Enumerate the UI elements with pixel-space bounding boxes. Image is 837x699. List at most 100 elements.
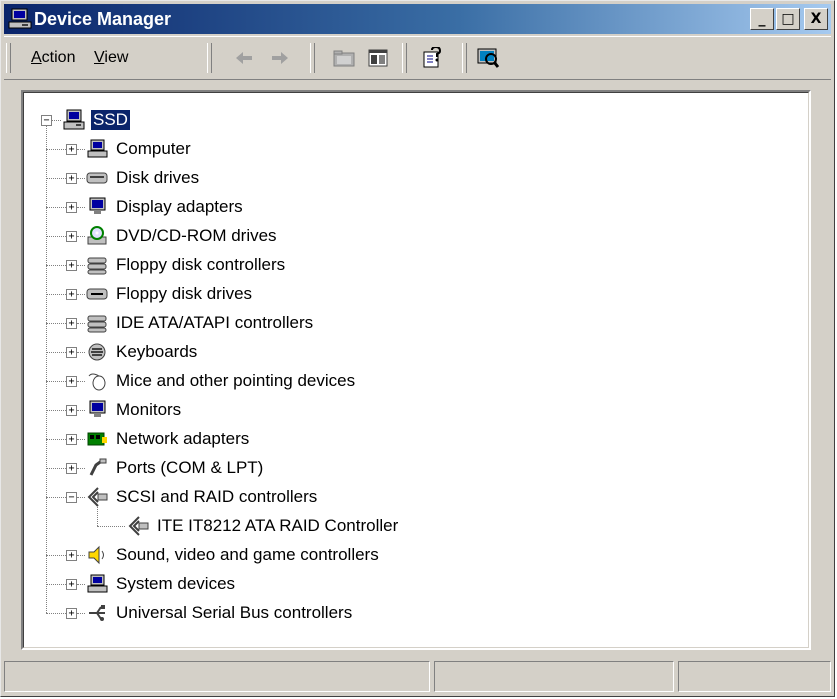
tree-item-system-devices[interactable]: System devices <box>86 569 237 598</box>
menu-action-label: Action <box>31 49 76 66</box>
tree-item-label: Mice and other pointing devices <box>116 370 356 390</box>
tree-item-label: SCSI and RAID controllers <box>116 486 318 506</box>
tree-item-label: ITE IT8212 ATA RAID Controller <box>157 515 399 535</box>
tree-line <box>46 612 66 614</box>
tree-expander[interactable]: + <box>66 288 77 300</box>
tree-expander-root[interactable]: − <box>41 115 52 126</box>
tree-item-ports-com-lpt[interactable]: Ports (COM & LPT) <box>86 453 265 482</box>
tree-item-ite-it8212-ata-raid-controller[interactable]: ITE IT8212 ATA RAID Controller <box>127 511 400 540</box>
network-adapter-icon <box>87 432 107 445</box>
tree-item-label: Display adapters <box>116 196 243 216</box>
up-button[interactable] <box>330 45 358 71</box>
device-manager-window: Device Manager _ □ X Action View − SSD +… <box>0 0 835 697</box>
ide-controller-icon <box>87 315 107 332</box>
tree-expander[interactable]: − <box>66 491 77 503</box>
tree-line <box>46 351 66 353</box>
scan-hardware-button[interactable] <box>474 45 502 71</box>
tree-item-label: Disk drives <box>116 167 200 187</box>
tree-item-floppy-disk-drives[interactable]: Floppy disk drives <box>86 279 254 308</box>
close-icon: X <box>810 11 822 27</box>
device-tree[interactable]: − SSD + Computer + Disk drives + Display adap… <box>21 90 811 650</box>
tree-line <box>52 120 61 121</box>
tree-item-disk-drives[interactable]: Disk drives <box>86 163 201 192</box>
tree-item-network-adapters[interactable]: Network adapters <box>86 424 251 453</box>
status-pane-main <box>4 661 430 692</box>
tree-expander[interactable]: + <box>66 404 77 416</box>
tree-line <box>46 554 66 556</box>
tree-item-keyboards[interactable]: Keyboards <box>86 337 199 366</box>
tree-item-ide-ata-atapi-controllers[interactable]: IDE ATA/ATAPI controllers <box>86 308 315 337</box>
tree-line <box>77 409 85 411</box>
tree-line <box>77 554 85 556</box>
tree-line <box>77 583 85 585</box>
tree-line <box>77 438 85 440</box>
tree-expander[interactable]: + <box>66 172 77 184</box>
floppy-controller-icon <box>87 257 107 274</box>
computer-icon <box>87 139 108 157</box>
scsi-icon <box>87 486 108 507</box>
tree-line <box>77 612 85 614</box>
disk-drive-icon <box>86 172 108 183</box>
tree-item-label: Floppy disk controllers <box>116 254 286 274</box>
tree-line <box>46 322 66 324</box>
menu-view-label: View <box>94 49 129 66</box>
caption-buttons: _ □ X <box>750 8 828 30</box>
help-icon <box>423 47 442 68</box>
tree-expander[interactable]: + <box>66 317 77 329</box>
tree-item-dvd-cd-rom-drives[interactable]: DVD/CD-ROM drives <box>86 221 279 250</box>
tree-expander[interactable]: + <box>66 346 77 358</box>
back-button[interactable] <box>230 45 258 71</box>
tree-expander[interactable]: + <box>66 549 77 561</box>
menu-action[interactable]: Action <box>31 49 75 67</box>
tree-expander[interactable]: + <box>66 230 77 242</box>
tree-line <box>97 507 98 526</box>
tree-expander[interactable]: + <box>66 259 77 271</box>
help-button[interactable] <box>419 45 447 71</box>
tree-item-mice-and-other-pointing-devices[interactable]: Mice and other pointing devices <box>86 366 357 395</box>
title-bar[interactable]: Device Manager _ □ X <box>4 4 831 34</box>
tree-line <box>77 293 85 295</box>
forward-button[interactable] <box>266 45 294 71</box>
tree-line <box>77 380 85 382</box>
tree-root[interactable]: SSD <box>63 105 130 134</box>
minimize-button[interactable]: _ <box>750 8 774 30</box>
toolbar-grip[interactable] <box>6 43 11 73</box>
tree-item-label: Sound, video and game controllers <box>116 544 379 564</box>
tree-item-label: System devices <box>116 573 236 593</box>
back-icon <box>236 52 252 64</box>
tree-line <box>77 467 85 469</box>
tree-line <box>46 126 47 613</box>
tree-expander[interactable]: + <box>66 578 77 590</box>
close-button[interactable]: X <box>804 8 828 30</box>
status-pane-2 <box>434 661 674 692</box>
tree-line <box>97 525 125 527</box>
tree-item-scsi-and-raid-controllers[interactable]: SCSI and RAID controllers <box>86 482 319 511</box>
maximize-button[interactable]: □ <box>776 8 800 30</box>
tree-expander[interactable]: + <box>66 433 77 445</box>
tree-item-label: Monitors <box>116 399 182 419</box>
toolbar-grip[interactable] <box>207 43 212 73</box>
tree-line <box>46 148 66 150</box>
tree-expander[interactable]: + <box>66 462 77 474</box>
menu-view[interactable]: View <box>94 49 128 67</box>
status-pane-3 <box>678 661 831 692</box>
toolbar-grip <box>462 43 467 73</box>
tree-expander[interactable]: + <box>66 607 77 619</box>
tree-item-computer[interactable]: Computer <box>86 134 193 163</box>
tree-item-universal-serial-bus-controllers[interactable]: Universal Serial Bus controllers <box>86 598 354 627</box>
tree-expander[interactable]: + <box>66 143 77 155</box>
tree-item-monitors[interactable]: Monitors <box>86 395 183 424</box>
tree-item-floppy-disk-controllers[interactable]: Floppy disk controllers <box>86 250 287 279</box>
toolbar-grip <box>310 43 315 73</box>
tree-item-label: Computer <box>116 138 191 158</box>
tree-line <box>77 148 85 150</box>
tree-item-sound-video-and-game-controllers[interactable]: Sound, video and game controllers <box>86 540 381 569</box>
tree-root-label: SSD <box>91 109 130 130</box>
tree-item-display-adapters[interactable]: Display adapters <box>86 192 245 221</box>
tree-line <box>77 496 85 498</box>
tree-expander[interactable]: + <box>66 375 77 387</box>
status-bar <box>4 661 831 694</box>
tree-line <box>46 467 66 469</box>
tree-expander[interactable]: + <box>66 201 77 213</box>
show-hide-tree-button[interactable] <box>364 45 392 71</box>
